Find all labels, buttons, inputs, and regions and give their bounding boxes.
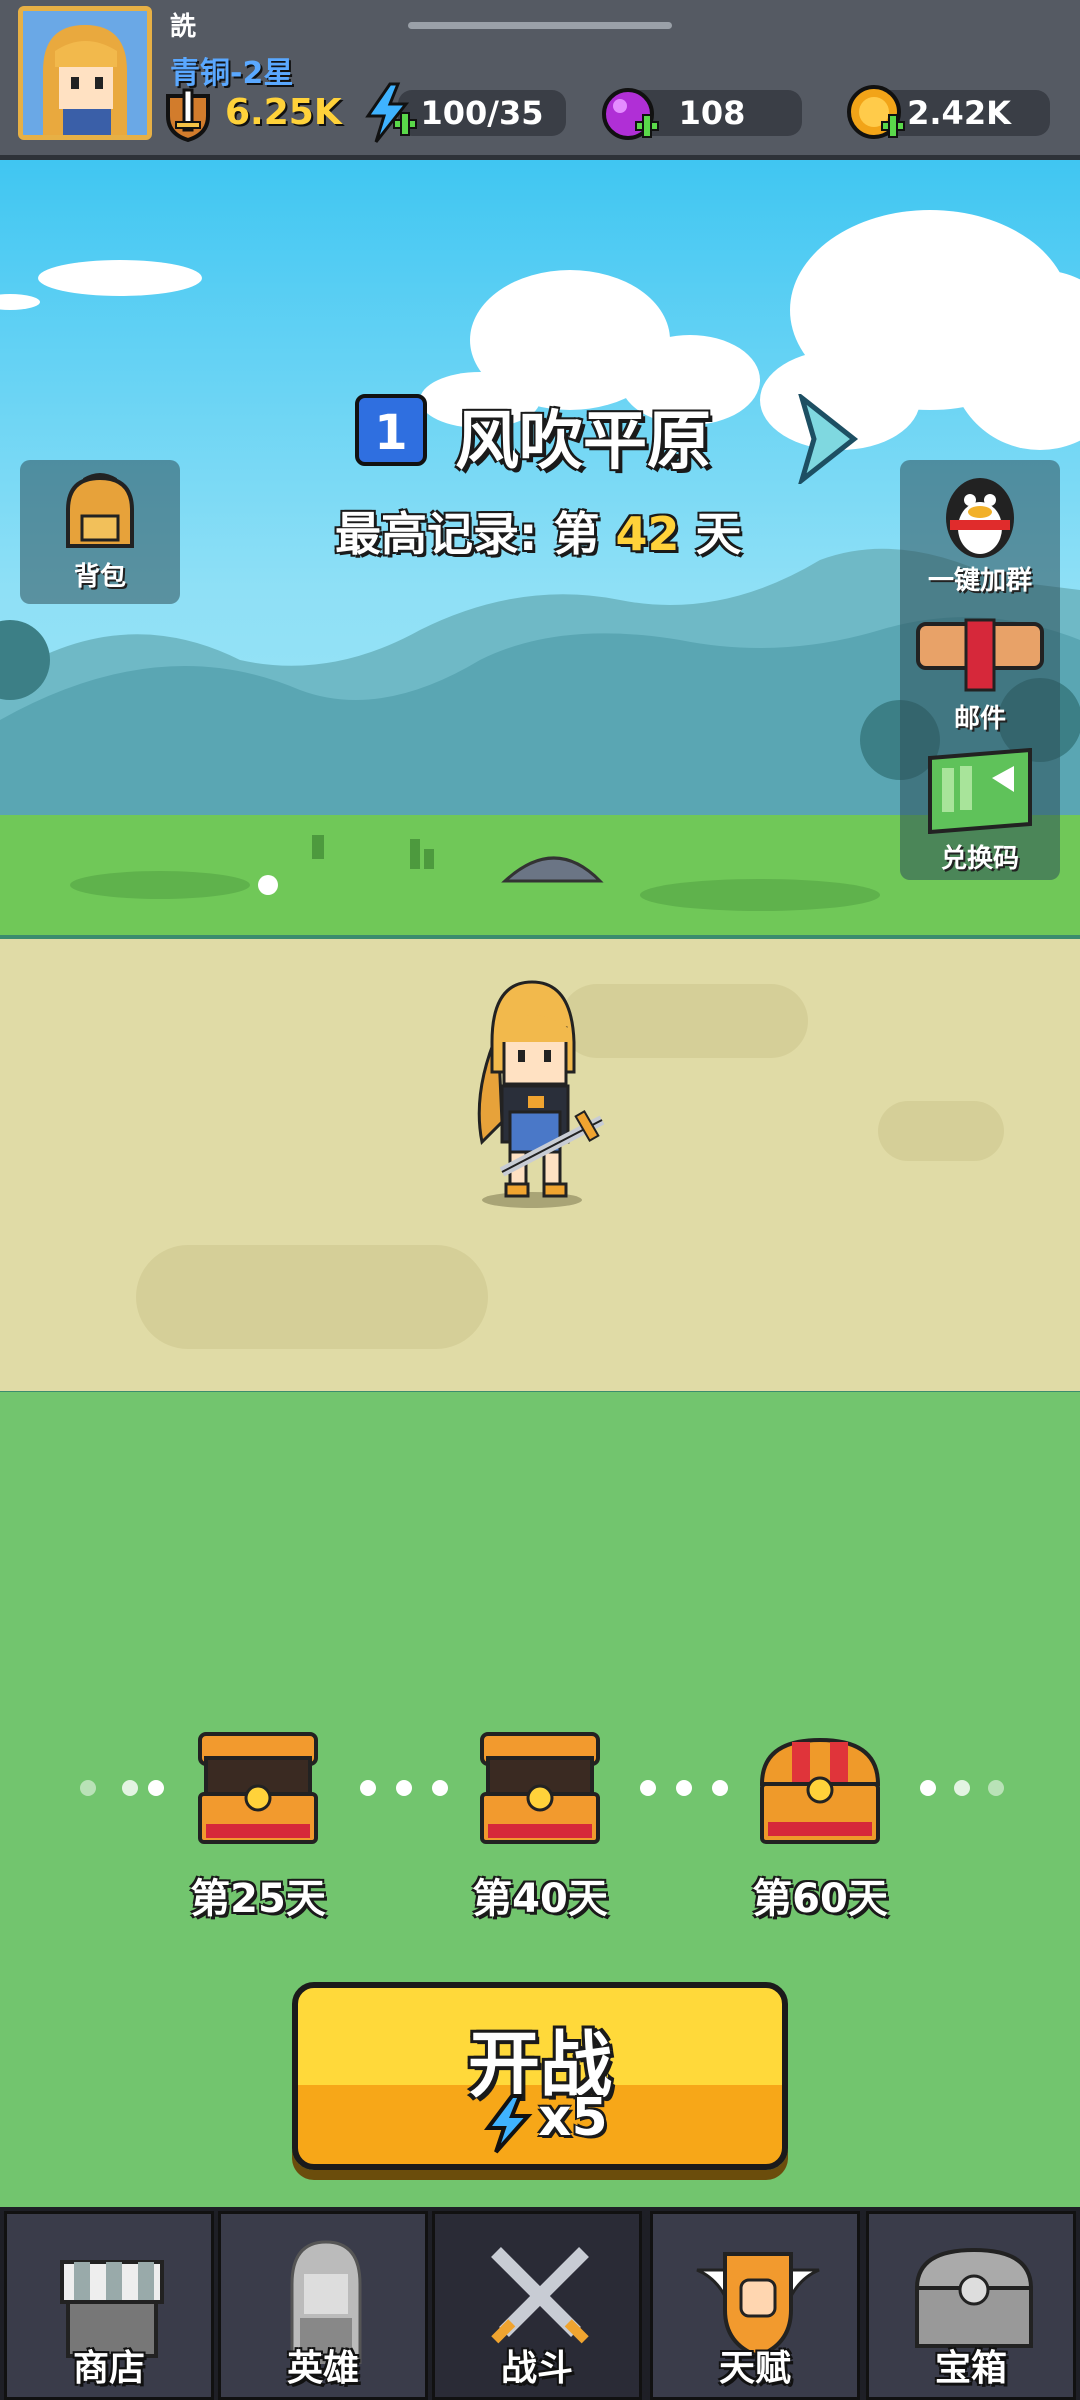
bottom-nav: 商店 英雄 战斗 天赋 宝箱 <box>0 2207 1080 2400</box>
backpack-button[interactable]: 背包 <box>20 460 180 604</box>
penguin-icon <box>936 468 1024 560</box>
open-chest-icon <box>476 1728 604 1848</box>
record-prefix: 最高记录: 第 <box>335 507 600 561</box>
tab-hero[interactable]: 英雄 <box>218 2211 428 2400</box>
progress-dot <box>640 1780 656 1796</box>
player-power: 6.25K <box>225 92 342 133</box>
progress-dot <box>920 1780 936 1796</box>
progress-dot <box>122 1780 138 1796</box>
mail-scroll-icon <box>912 608 1048 694</box>
player-name: 詵 <box>170 12 197 42</box>
tab-chest-label: 宝箱 <box>934 2348 1007 2389</box>
tab-battle-label: 战斗 <box>500 2348 573 2389</box>
progress-dot <box>676 1780 692 1796</box>
tab-shop[interactable]: 商店 <box>4 2211 214 2400</box>
tab-chest[interactable]: 宝箱 <box>866 2211 1076 2400</box>
chest-day-40[interactable]: 第40天 <box>440 1720 640 1922</box>
chest-icon <box>907 2244 1041 2354</box>
hero-character[interactable] <box>462 972 612 1212</box>
crossed-swords-icon <box>480 2236 600 2356</box>
open-chest-icon <box>194 1728 322 1848</box>
level-name: 风吹平原 <box>455 405 711 479</box>
progress-dot <box>988 1780 1004 1796</box>
backpack-label: 背包 <box>73 562 126 592</box>
progress-dot <box>360 1780 376 1796</box>
tab-battle[interactable]: 战斗 <box>432 2211 642 2400</box>
energy-add-icon[interactable] <box>360 82 418 144</box>
record-days: 42 <box>615 507 680 561</box>
backpack-icon <box>54 470 146 554</box>
record-suffix: 天 <box>695 507 742 561</box>
chest-day-label: 第60天 <box>752 1876 888 1922</box>
tab-shop-label: 商店 <box>72 2348 145 2389</box>
progress-dot <box>80 1780 96 1796</box>
mail-label: 邮件 <box>953 704 1006 734</box>
energy-pill: 100/35 <box>398 90 566 136</box>
right-side-panel: 一键加群 邮件 兑换码 <box>900 460 1060 880</box>
top-bar: 詵 青铜-2星 6.25K 100/35 108 2.42K <box>0 0 1080 160</box>
energy-value: 100/35 <box>420 94 544 132</box>
sword-shield-icon <box>162 86 214 143</box>
redeem-code-button[interactable]: 兑换码 <box>900 747 1060 876</box>
closed-chest-icon <box>756 1734 884 1848</box>
join-group-button[interactable]: 一键加群 <box>900 468 1060 596</box>
gold-add-icon[interactable] <box>846 82 908 144</box>
redeem-code-label: 兑换码 <box>940 844 1019 874</box>
join-group-label: 一键加群 <box>927 566 1032 596</box>
chest-day-label: 第40天 <box>472 1876 608 1922</box>
chest-day-label: 第25天 <box>190 1876 326 1922</box>
start-battle-cost: x5 <box>538 2088 608 2148</box>
chest-day-25[interactable]: 第25天 <box>158 1720 358 1922</box>
mail-button[interactable]: 邮件 <box>900 608 1060 736</box>
best-record: 最高记录: 第 42 天 <box>335 498 741 564</box>
progress-dot <box>396 1780 412 1796</box>
tab-hero-label: 英雄 <box>286 2348 359 2389</box>
chest-day-60[interactable]: 第60天 <box>720 1720 920 1922</box>
tab-talent[interactable]: 天赋 <box>650 2211 860 2400</box>
tab-talent-label: 天赋 <box>718 2348 791 2389</box>
level-number-badge: 1 <box>355 394 427 466</box>
gem-add-icon[interactable] <box>600 84 662 144</box>
player-avatar[interactable] <box>18 6 152 140</box>
start-battle-button[interactable]: 开战 x5 <box>292 1982 788 2170</box>
ticket-icon <box>922 747 1038 835</box>
progress-dot <box>954 1780 970 1796</box>
drag-handle[interactable] <box>408 22 672 29</box>
next-level-arrow[interactable] <box>796 391 860 487</box>
energy-icon <box>482 2094 534 2154</box>
